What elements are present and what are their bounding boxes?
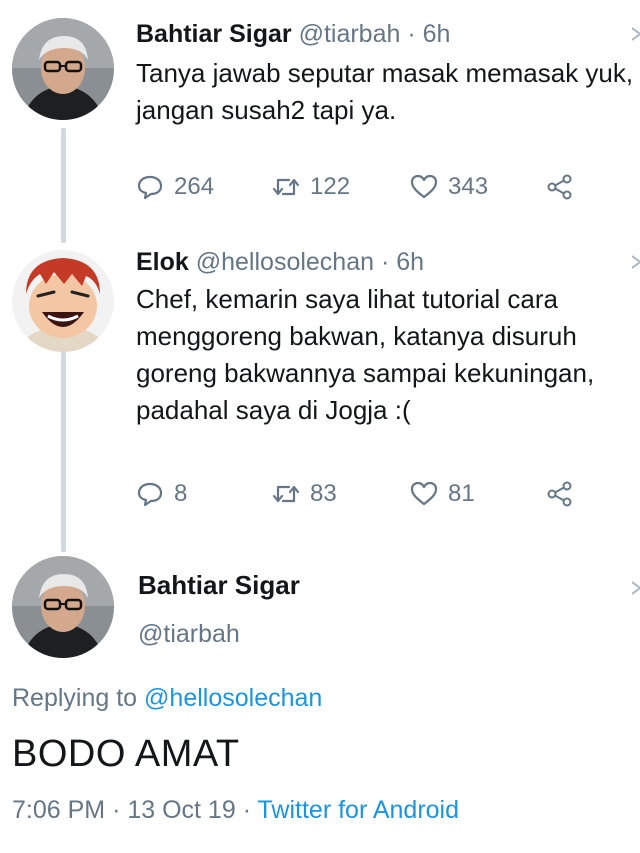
tweet-actions: 264 122 343	[136, 173, 616, 203]
separator: ·	[112, 796, 121, 824]
thread-line	[61, 352, 66, 552]
tweet-date[interactable]: 13 Oct 19	[127, 796, 235, 824]
tweet-text: Tanya jawab seputar masak memasak yuk, j…	[136, 58, 634, 125]
reply-button[interactable]: 8	[136, 480, 187, 508]
avatar[interactable]	[12, 250, 114, 352]
retweet-icon	[272, 485, 300, 503]
author-name[interactable]: Elok	[136, 248, 189, 276]
timestamp[interactable]: 6h	[396, 248, 424, 276]
reply-icon	[137, 175, 163, 200]
tweet-header: Bahtiar Sigar @tiarbah · 6h	[136, 20, 450, 49]
chevron-down-icon[interactable]	[631, 572, 640, 602]
retweet-count: 83	[310, 480, 337, 507]
retweet-button[interactable]: 122	[272, 173, 350, 201]
heart-icon	[410, 481, 438, 506]
tweet-text: Chef, kemarin saya lihat tutorial cara m…	[136, 284, 595, 425]
reply-icon	[137, 482, 163, 507]
like-count: 81	[448, 480, 475, 507]
thread-line	[61, 128, 66, 243]
reply-button[interactable]: 264	[136, 173, 214, 201]
tweet-actions: 8 83 81	[136, 480, 616, 510]
tweet-time[interactable]: 7:06 PM	[12, 796, 105, 824]
avatar[interactable]	[12, 556, 114, 658]
retweet-icon	[272, 178, 300, 196]
reply-count: 264	[174, 173, 215, 200]
retweet-count: 122	[310, 173, 351, 200]
chevron-down-icon[interactable]	[631, 18, 640, 48]
author-handle[interactable]: @tiarbah	[299, 20, 401, 48]
author-handle[interactable]: @tiarbah	[138, 620, 240, 649]
like-button[interactable]: 81	[410, 480, 475, 508]
tweet-text: BODO AMAT	[12, 733, 240, 775]
like-count: 343	[448, 173, 489, 200]
author-name[interactable]: Bahtiar Sigar	[138, 570, 300, 601]
like-button[interactable]: 343	[410, 173, 488, 201]
timestamp[interactable]: 6h	[423, 20, 451, 48]
replying-prefix: Replying to	[12, 684, 138, 712]
retweet-button[interactable]: 83	[272, 480, 337, 508]
separator: ·	[407, 20, 416, 48]
share-button[interactable]	[546, 173, 584, 201]
author-handle[interactable]: @hellosolechan	[196, 248, 374, 276]
author-name[interactable]: Bahtiar Sigar	[136, 20, 292, 48]
share-icon	[547, 481, 572, 507]
avatar[interactable]	[12, 18, 114, 120]
separator: ·	[242, 796, 252, 824]
tweet-meta: 7:06 PM · 13 Oct 19 · Twitter for Androi…	[12, 796, 459, 825]
share-icon	[547, 174, 572, 200]
heart-icon	[410, 174, 438, 199]
separator: ·	[380, 248, 390, 276]
replying-to: Replying to @hellosolechan	[12, 684, 322, 713]
source-link[interactable]: Twitter for Android	[258, 796, 459, 824]
replying-handle-link[interactable]: @hellosolechan	[144, 684, 322, 712]
chevron-down-icon[interactable]	[631, 246, 640, 276]
tweet-header: Elok @hellosolechan · 6h	[136, 248, 424, 277]
reply-count: 8	[174, 480, 188, 507]
share-button[interactable]	[546, 480, 584, 508]
